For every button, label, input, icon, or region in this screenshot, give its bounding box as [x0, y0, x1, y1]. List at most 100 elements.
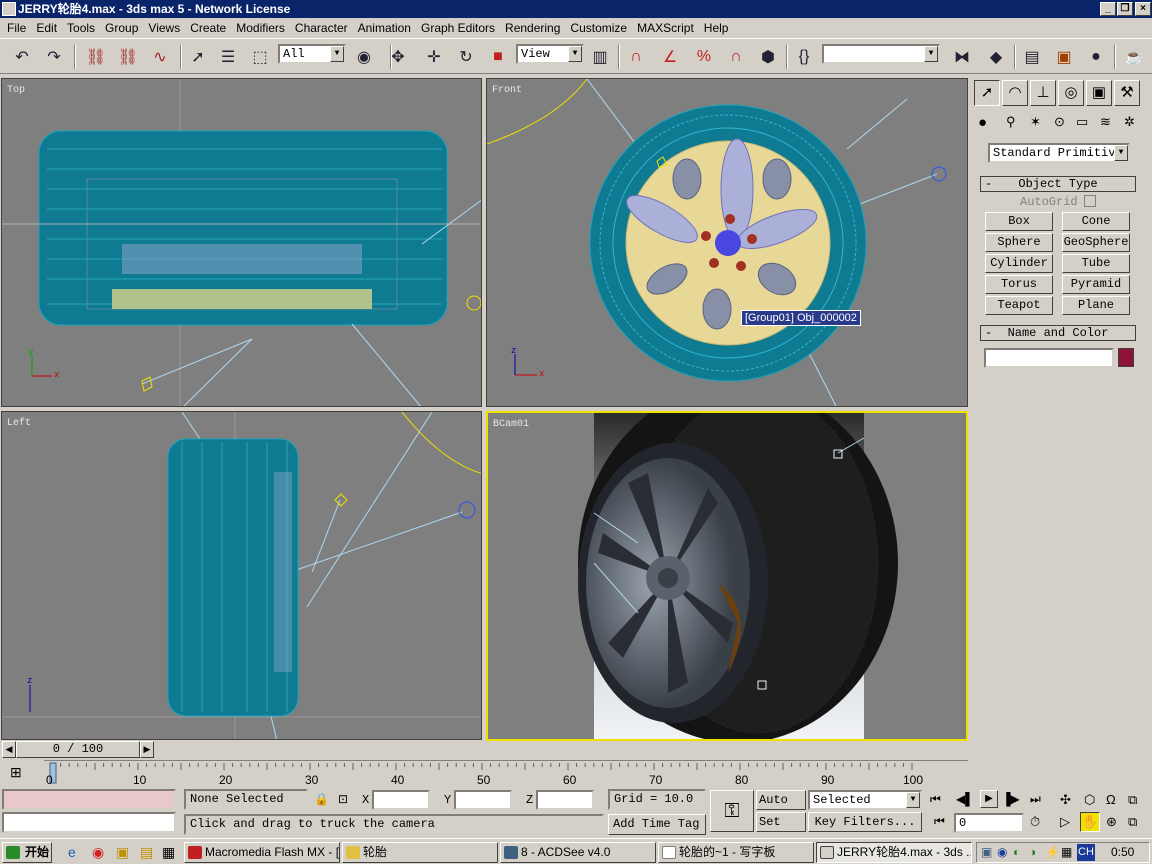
menu-help[interactable]: Help [699, 21, 734, 35]
track-view-icon[interactable]: ▤ [1018, 43, 1046, 71]
ime-indicator[interactable]: CH [1077, 844, 1095, 861]
time-config-icon[interactable]: ⏱ [1030, 814, 1040, 830]
start-button[interactable]: 开始 [2, 842, 52, 863]
systems-icon[interactable]: ✲ [1124, 114, 1135, 130]
truck-camera-icon[interactable]: ✋ [1080, 812, 1100, 832]
maximize-button[interactable]: ❐ [1117, 2, 1133, 16]
shapes-icon[interactable]: ⚲ [1006, 114, 1016, 130]
maxscript-output-mini[interactable] [2, 812, 176, 833]
sphere-button[interactable]: Sphere [985, 233, 1053, 252]
material-editor-icon[interactable]: ● [1082, 43, 1110, 71]
menu-graph-editors[interactable]: Graph Editors [416, 21, 500, 35]
key-filters-button[interactable]: Key Filters... [808, 812, 922, 832]
menu-views[interactable]: Views [143, 21, 185, 35]
task-folder[interactable]: 轮胎 [342, 842, 498, 863]
helpers-icon[interactable]: ▭ [1076, 114, 1088, 130]
modify-tab-icon[interactable]: ◠ [1002, 80, 1028, 106]
next-frame-icon[interactable]: ▐▶ [1002, 792, 1020, 806]
x-coordinate-field[interactable] [372, 790, 430, 810]
hierarchy-tab-icon[interactable]: ⊥ [1030, 80, 1056, 106]
set-key-icon[interactable]: ⚿ [710, 790, 754, 832]
dolly-icon[interactable]: ▷ [1060, 814, 1070, 830]
autogrid-checkbox[interactable] [1084, 195, 1096, 207]
previous-frame-icon[interactable]: ◀▌ [956, 792, 974, 806]
task-acdsee[interactable]: 8 - ACDSee v4.0 [500, 842, 656, 863]
named-selection-icon[interactable]: ⬢ [754, 43, 782, 71]
auto-key-button[interactable]: Auto Key [756, 790, 806, 810]
menu-group[interactable]: Group [100, 21, 143, 35]
selection-region-icon[interactable]: ⬚ [246, 43, 274, 71]
maxscript-listener-mini[interactable] [2, 789, 176, 810]
lock-icon[interactable]: 🔒 [314, 792, 329, 806]
notepad-icon[interactable]: ▣ [116, 844, 129, 861]
menu-modifiers[interactable]: Modifiers [231, 21, 290, 35]
lights-icon[interactable]: ✶ [1030, 114, 1041, 130]
unlink-icon[interactable]: ⛓ [114, 43, 142, 71]
create-tab-icon[interactable]: ➚ [974, 80, 1000, 106]
pivot-center-icon[interactable]: ▥ [586, 43, 614, 71]
box-button[interactable]: Box [985, 212, 1053, 231]
menu-tools[interactable]: Tools [62, 21, 100, 35]
add-time-tag-button[interactable]: Add Time Tag [608, 814, 706, 835]
angle-snap-icon[interactable]: ∠ [656, 43, 684, 71]
tray-icon[interactable]: ▣ [981, 845, 992, 859]
select-by-name-icon[interactable]: ☰ [214, 43, 242, 71]
viewport-left[interactable]: Left z [1, 411, 482, 740]
viewport-front[interactable]: Front [Group01] Obj_000002 x z [486, 78, 968, 407]
torus-button[interactable]: Torus [985, 275, 1053, 294]
maximize-viewport-icon[interactable]: ⧉ [1128, 792, 1137, 808]
absolute-mode-icon[interactable]: ⊡ [338, 792, 348, 806]
chevron-left-icon[interactable]: ◀ [2, 741, 16, 758]
ie-icon[interactable]: e [68, 844, 76, 860]
desktop-icon[interactable]: ▦ [162, 844, 175, 861]
bind-space-warp-icon[interactable]: ∿ [146, 43, 174, 71]
orbit-camera-icon[interactable]: ⊛ [1106, 814, 1117, 830]
tray-icon[interactable]: ⚡ [1045, 845, 1060, 859]
percent-snap-icon[interactable]: % [690, 43, 718, 71]
z-coordinate-field[interactable] [536, 790, 594, 810]
select-object-icon[interactable]: ➚ [184, 43, 212, 71]
object-color-swatch[interactable] [1118, 348, 1134, 367]
folder-icon[interactable]: ▤ [140, 844, 153, 861]
task-wordpad[interactable]: 轮胎的~1 - 写字板 [658, 842, 814, 863]
current-frame-field[interactable]: 0 [954, 813, 1024, 833]
object-name-field[interactable] [984, 348, 1114, 368]
undo-icon[interactable]: ↶ [8, 43, 36, 71]
named-selection-sets-dropdown[interactable]: ▼ [822, 44, 940, 64]
menu-customize[interactable]: Customize [565, 21, 632, 35]
track-bar-icon[interactable]: ⊞ [10, 764, 22, 781]
motion-tab-icon[interactable]: ◎ [1058, 80, 1084, 106]
teapot-button[interactable]: Teapot [985, 296, 1053, 315]
space-warps-icon[interactable]: ≋ [1100, 114, 1111, 130]
key-mode-dropdown[interactable]: Selected ▼ [808, 790, 922, 810]
pyramid-button[interactable]: Pyramid [1062, 275, 1130, 294]
align-icon[interactable]: ◆ [982, 43, 1010, 71]
cameras-icon[interactable]: ⊙ [1054, 114, 1065, 130]
orbit-icon[interactable]: Ω [1106, 792, 1116, 807]
edit-named-selection-icon[interactable]: {} [790, 43, 818, 71]
time-slider-thumb[interactable]: 0 / 100 [16, 741, 140, 758]
menu-file[interactable]: File [2, 21, 31, 35]
mirror-icon[interactable]: ⧓ [948, 43, 976, 71]
pan-icon[interactable]: ✣ [1060, 792, 1071, 808]
tube-button[interactable]: Tube [1062, 254, 1130, 273]
snap-3d-icon[interactable]: ∩ [622, 43, 650, 71]
time-slider-track[interactable]: ◀ 0 / 100 ▶ [0, 741, 968, 759]
object-type-rollout-header[interactable]: - Object Type [980, 176, 1136, 192]
minimize-button[interactable]: _ [1100, 2, 1116, 16]
set-key-button[interactable]: Set Key [756, 812, 806, 832]
menu-animation[interactable]: Animation [353, 21, 416, 35]
name-color-rollout-header[interactable]: - Name and Color [980, 325, 1136, 341]
scale-icon[interactable]: ■ [484, 43, 512, 71]
utilities-tab-icon[interactable]: ⚒ [1114, 80, 1140, 106]
link-icon[interactable]: ⛓ [82, 43, 110, 71]
chevron-right-icon[interactable]: ▶ [140, 741, 154, 758]
select-manipulate-icon[interactable]: ✥ [384, 43, 412, 71]
task-flash[interactable]: Macromedia Flash MX - [... [184, 842, 340, 863]
tray-icon[interactable]: ▦ [1061, 845, 1072, 859]
viewport-top[interactable]: Top x y [1, 78, 482, 407]
category-dropdown[interactable]: Standard Primitiv ▼ [988, 143, 1130, 163]
display-tab-icon[interactable]: ▣ [1086, 80, 1112, 106]
spinner-snap-icon[interactable]: ∩ [722, 43, 750, 71]
quicklaunch-icon[interactable]: ◉ [92, 844, 104, 861]
